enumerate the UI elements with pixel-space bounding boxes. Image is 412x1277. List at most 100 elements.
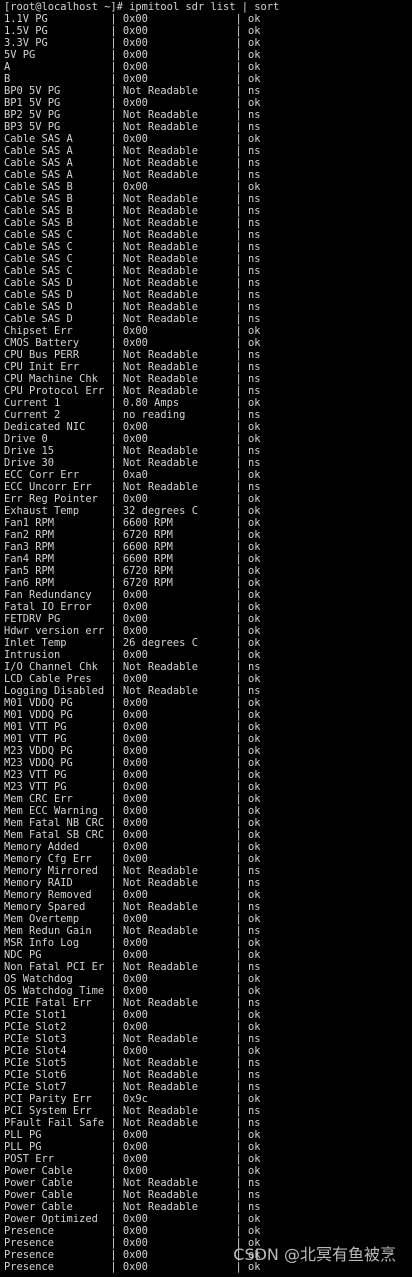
sensor-name: Mem ECC Warning bbox=[4, 805, 98, 817]
sensor-status: ns bbox=[248, 1201, 261, 1213]
column-separator: | bbox=[72, 325, 123, 337]
sensor-name: BP0 5V PG bbox=[4, 85, 61, 97]
sensor-row: Hdwr version err | 0x00 | ok bbox=[4, 625, 412, 637]
sensor-row: Power Optimized | 0x00 | ok bbox=[4, 1213, 412, 1225]
sensor-name: Cable SAS B bbox=[4, 193, 73, 205]
column-separator: | bbox=[172, 529, 248, 541]
column-separator: | bbox=[104, 685, 123, 697]
sensor-status: ok bbox=[248, 493, 261, 505]
sensor-reading: Not Readable bbox=[122, 1189, 198, 1201]
column-separator: | bbox=[10, 61, 123, 73]
column-separator: | bbox=[197, 877, 248, 889]
column-separator: | bbox=[147, 853, 248, 865]
sensor-reading: Not Readable bbox=[122, 961, 198, 973]
sensor-status: ok bbox=[248, 529, 261, 541]
column-separator: | bbox=[197, 457, 248, 469]
sensor-row: Memory Mirrored | Not Readable | ns bbox=[4, 865, 412, 877]
sensor-status: ok bbox=[248, 565, 261, 577]
sensor-reading: 0x00 bbox=[122, 673, 148, 685]
column-separator: | bbox=[35, 49, 123, 61]
column-separator: | bbox=[147, 721, 248, 733]
sensor-status: ok bbox=[248, 829, 261, 841]
sensor-name: Fan Redundancy bbox=[4, 589, 92, 601]
sensor-reading: Not Readable bbox=[122, 925, 198, 937]
column-separator: | bbox=[197, 361, 248, 373]
prompt-line: [root@localhost ~]# ipmitool sdr list | … bbox=[4, 1, 412, 13]
column-separator: | bbox=[147, 805, 248, 817]
sensor-name: Cable SAS A bbox=[4, 169, 73, 181]
sensor-reading: 0x9c bbox=[122, 1093, 148, 1105]
column-separator: | bbox=[66, 1081, 123, 1093]
sensor-reading: 0x00 bbox=[122, 733, 148, 745]
sensor-status: ok bbox=[248, 613, 261, 625]
sensor-reading: no reading bbox=[122, 409, 186, 421]
sensor-name: PCIe Slot6 bbox=[4, 1069, 67, 1081]
column-separator: | bbox=[72, 145, 123, 157]
sensor-status: ns bbox=[248, 205, 261, 217]
column-separator: | bbox=[197, 961, 248, 973]
column-separator: | bbox=[147, 1093, 248, 1105]
sensor-status: ok bbox=[248, 589, 261, 601]
sensor-reading: Not Readable bbox=[122, 169, 198, 181]
sensor-status: ns bbox=[248, 1057, 261, 1069]
sensor-reading: 0x00 bbox=[122, 973, 148, 985]
column-separator: | bbox=[147, 1141, 248, 1153]
sensor-reading: 6600 RPM bbox=[122, 517, 173, 529]
sensor-name: BP3 5V PG bbox=[4, 121, 61, 133]
sensor-row: Mem Redun Gain | Not Readable | ns bbox=[4, 925, 412, 937]
column-separator: | bbox=[197, 1201, 248, 1213]
column-separator: | bbox=[66, 769, 123, 781]
sensor-row: Fan5 RPM | 6720 RPM | ok bbox=[4, 565, 412, 577]
column-separator: | bbox=[66, 1069, 123, 1081]
sensor-status: ok bbox=[248, 73, 261, 85]
sensor-reading: Not Readable bbox=[122, 289, 198, 301]
column-separator: | bbox=[97, 865, 123, 877]
sensor-reading: 0x00 bbox=[122, 589, 148, 601]
sensor-name: Memory Spared bbox=[4, 901, 86, 913]
sensor-name: PFault Fail Safe bbox=[4, 1117, 105, 1129]
sensor-row: Mem Overtemp | 0x00 | ok bbox=[4, 913, 412, 925]
column-separator: | bbox=[72, 1201, 123, 1213]
sensor-status: ns bbox=[248, 373, 261, 385]
column-separator: | bbox=[66, 637, 123, 649]
sensor-name: CMOS Battery bbox=[4, 337, 80, 349]
column-separator: | bbox=[147, 181, 248, 193]
sensor-row: ECC Uncorr Err | Not Readable | ns bbox=[4, 481, 412, 493]
column-separator: | bbox=[72, 169, 123, 181]
sensor-row: Chipset Err | 0x00 | ok bbox=[4, 325, 412, 337]
sensor-row: PCIe Slot5 | Not Readable | ns bbox=[4, 1057, 412, 1069]
sensor-status: ok bbox=[248, 541, 261, 553]
sensor-row: PCIe Slot3 | Not Readable | ns bbox=[4, 1033, 412, 1045]
column-separator: | bbox=[147, 601, 248, 613]
column-separator: | bbox=[197, 1177, 248, 1189]
sensor-status: ok bbox=[248, 1021, 261, 1033]
sensor-row: Cable SAS B | 0x00 | ok bbox=[4, 181, 412, 193]
sensor-row: BP1 5V PG | 0x00 | ok bbox=[4, 97, 412, 109]
sensor-row: Cable SAS C | Not Readable | ns bbox=[4, 241, 412, 253]
sensor-reading: Not Readable bbox=[122, 301, 198, 313]
column-separator: | bbox=[72, 1189, 123, 1201]
column-separator: | bbox=[97, 493, 123, 505]
sensor-name: Intrusion bbox=[4, 649, 61, 661]
sensor-name: PCIe Slot4 bbox=[4, 1045, 67, 1057]
sensor-name: Power Cable bbox=[4, 1177, 73, 1189]
column-separator: | bbox=[97, 805, 123, 817]
column-separator: | bbox=[85, 901, 123, 913]
sensor-reading: 0x00 bbox=[122, 757, 148, 769]
column-separator: | bbox=[197, 373, 248, 385]
sensor-name: BP1 5V PG bbox=[4, 97, 61, 109]
sensor-name: PCIe Slot7 bbox=[4, 1081, 67, 1093]
sensor-row: Power Cable | Not Readable | ns bbox=[4, 1189, 412, 1201]
sensor-reading: 0x00 bbox=[122, 985, 148, 997]
terminal-window[interactable]: [root@localhost ~]# ipmitool sdr list | … bbox=[0, 0, 412, 1277]
column-separator: | bbox=[172, 565, 248, 577]
sensor-row: OS Watchdog | 0x00 | ok bbox=[4, 973, 412, 985]
sensor-reading: 0x00 bbox=[122, 913, 148, 925]
column-separator: | bbox=[197, 145, 248, 157]
column-separator: | bbox=[197, 997, 248, 1009]
sensor-row: B | 0x00 | ok bbox=[4, 73, 412, 85]
sensor-status: ns bbox=[248, 85, 261, 97]
sensor-row: BP0 5V PG | Not Readable | ns bbox=[4, 85, 412, 97]
sensor-name: Mem Redun Gain bbox=[4, 925, 92, 937]
sensor-name: Cable SAS D bbox=[4, 301, 73, 313]
